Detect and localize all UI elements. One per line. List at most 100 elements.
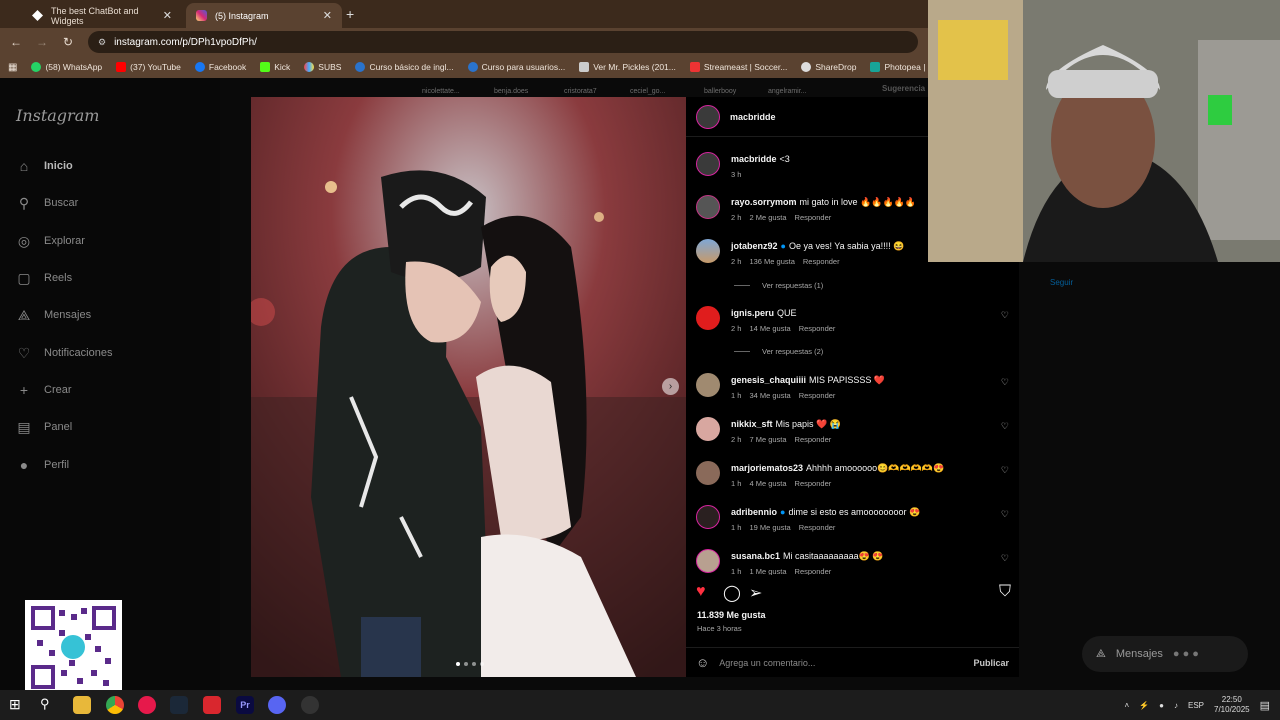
network-icon[interactable]: ⚡	[1139, 701, 1149, 710]
comment-user[interactable]: marjoriematos23	[731, 463, 803, 473]
comment-input[interactable]: Agrega un comentario...	[719, 658, 815, 668]
microphone-icon[interactable]: ●	[1159, 701, 1164, 710]
bookmark-facebook[interactable]: Facebook	[194, 62, 246, 72]
post-image[interactable]	[251, 97, 686, 677]
reply-button[interactable]: Responder	[803, 257, 840, 266]
avatar[interactable]	[696, 104, 720, 129]
windows-start-icon[interactable]: ⊞	[9, 696, 27, 714]
reply-button[interactable]: Responder	[799, 523, 836, 532]
reply-button[interactable]: Responder	[795, 479, 832, 488]
comment-user[interactable]: susana.bc1	[731, 551, 780, 561]
tab-chatbot[interactable]: The best ChatBot and Widgets ✕	[22, 3, 182, 28]
media-player-icon[interactable]	[138, 696, 156, 714]
like-count[interactable]: 136 Me gusta	[749, 257, 794, 266]
clock[interactable]: 22:50 7/10/2025	[1214, 695, 1250, 715]
bookmark-kick[interactable]: Kick	[260, 62, 290, 72]
reply-button[interactable]: Responder	[799, 391, 836, 400]
reload-icon[interactable]: ↻	[62, 35, 74, 49]
bookmark-youtube[interactable]: (37) YouTube	[116, 62, 181, 72]
sidebar-item-reels[interactable]: ▢ Reels	[16, 270, 72, 286]
discord-icon[interactable]	[268, 696, 286, 714]
back-arrow-icon[interactable]: ←	[10, 35, 22, 49]
avatar[interactable]	[696, 549, 720, 573]
post-author[interactable]: macbridde	[730, 112, 776, 122]
instagram-logo[interactable]: Instagram	[16, 106, 99, 125]
avatar[interactable]	[696, 195, 720, 219]
comment-user[interactable]: ignis.peru	[731, 308, 774, 318]
publish-button[interactable]: Publicar	[973, 658, 1009, 668]
view-replies-button[interactable]: Ver respuestas (2)	[734, 347, 823, 356]
language-indicator[interactable]: ESP	[1188, 701, 1204, 710]
like-heart-icon[interactable]: ♡	[1001, 421, 1009, 432]
story-item[interactable]: angelramir...	[768, 88, 807, 95]
speaker-icon[interactable]: ♪	[1174, 701, 1178, 710]
site-info-icon[interactable]: ⚙	[98, 37, 106, 48]
bookmark-icon[interactable]: ⛉	[999, 583, 1011, 601]
avatar[interactable]	[696, 152, 720, 176]
reply-button[interactable]: Responder	[799, 324, 836, 333]
new-tab-icon[interactable]: +	[346, 6, 354, 22]
avatar[interactable]	[696, 306, 720, 330]
like-count[interactable]: 14 Me gusta	[749, 324, 790, 333]
chrome-icon[interactable]	[106, 696, 124, 714]
steam-icon[interactable]	[170, 696, 188, 714]
comment-user[interactable]: rayo.sorrymom	[731, 197, 797, 207]
obs-icon[interactable]	[301, 696, 319, 714]
bookmark-streameast[interactable]: Streameast | Soccer...	[689, 62, 787, 72]
sidebar-item-crear[interactable]: + Crear	[16, 382, 72, 398]
bookmark-whatsapp[interactable]: (58) WhatsApp	[31, 62, 102, 72]
messages-float-button[interactable]: ⟁ Mensajes ● ● ●	[1082, 636, 1248, 672]
share-icon[interactable]: ➢	[749, 583, 762, 603]
story-item[interactable]: ceciel_go...	[630, 88, 665, 95]
comment-icon[interactable]: ◯	[723, 583, 741, 603]
chevron-up-icon[interactable]: ˄	[1125, 701, 1130, 710]
notifications-icon[interactable]: ▤	[1260, 699, 1270, 712]
post-like-count[interactable]: 11.839 Me gusta	[697, 610, 766, 620]
reply-button[interactable]: Responder	[795, 567, 832, 575]
like-heart-icon[interactable]: ♡	[1001, 509, 1009, 520]
avatar[interactable]	[696, 417, 720, 441]
comment-user[interactable]: macbridde	[731, 154, 777, 164]
avatar[interactable]	[696, 239, 720, 263]
sidebar-item-buscar[interactable]: ⚲ Buscar	[16, 195, 78, 211]
like-count[interactable]: 1 Me gusta	[749, 567, 786, 575]
like-count[interactable]: 19 Me gusta	[749, 523, 790, 532]
like-count[interactable]: 7 Me gusta	[749, 435, 786, 444]
premiere-icon[interactable]: Pr	[236, 696, 254, 714]
next-image-arrow[interactable]: ›	[662, 378, 679, 395]
avatar[interactable]	[696, 505, 720, 529]
story-item[interactable]: nicolettate...	[422, 88, 460, 95]
bookmark-curso-ingles[interactable]: Curso básico de ingl...	[355, 62, 454, 72]
recorder-icon[interactable]	[203, 696, 221, 714]
like-count[interactable]: 34 Me gusta	[749, 391, 790, 400]
bookmark-mr-pickles[interactable]: Ver Mr. Pickles (201...	[579, 62, 676, 72]
comment-user[interactable]: jotabenz92	[731, 241, 778, 251]
comment-user[interactable]: genesis_chaquiiii	[731, 375, 806, 385]
close-icon[interactable]: ✕	[323, 9, 332, 22]
comment-user[interactable]: nikkix_sft	[731, 419, 773, 429]
like-count[interactable]: 2 Me gusta	[749, 213, 786, 222]
reply-button[interactable]: Responder	[795, 435, 832, 444]
view-replies-button[interactable]: Ver respuestas (1)	[734, 281, 823, 290]
search-icon[interactable]: ⚲	[40, 696, 58, 714]
apps-grid-icon[interactable]: ▦	[8, 62, 17, 73]
file-explorer-icon[interactable]	[73, 696, 91, 714]
sidebar-item-panel[interactable]: ▤ Panel	[16, 419, 72, 435]
story-item[interactable]: cristorata7	[564, 88, 597, 95]
sidebar-item-explorar[interactable]: ◎ Explorar	[16, 233, 85, 249]
address-bar[interactable]: ⚙ instagram.com/p/DPh1vpoDfPh/	[88, 31, 918, 53]
like-count[interactable]: 4 Me gusta	[749, 479, 786, 488]
bookmark-subs[interactable]: SUBS	[304, 62, 341, 72]
like-heart-icon[interactable]: ♡	[1001, 310, 1009, 321]
story-item[interactable]: ballerbooy	[704, 88, 736, 95]
reply-button[interactable]: Responder	[795, 213, 832, 222]
bookmark-curso-usuarios[interactable]: Curso para usuarios...	[467, 62, 565, 72]
emoji-icon[interactable]: ☺	[696, 655, 709, 670]
story-item[interactable]: benja.does	[494, 88, 528, 95]
tab-instagram[interactable]: (5) Instagram ✕	[186, 3, 342, 28]
avatar[interactable]	[696, 461, 720, 485]
bookmark-sharedrop[interactable]: ShareDrop	[801, 62, 856, 72]
sidebar-item-perfil[interactable]: ● Perfil	[16, 457, 69, 473]
like-heart-icon[interactable]: ♥	[696, 583, 706, 601]
forward-arrow-icon[interactable]: →	[36, 35, 48, 49]
